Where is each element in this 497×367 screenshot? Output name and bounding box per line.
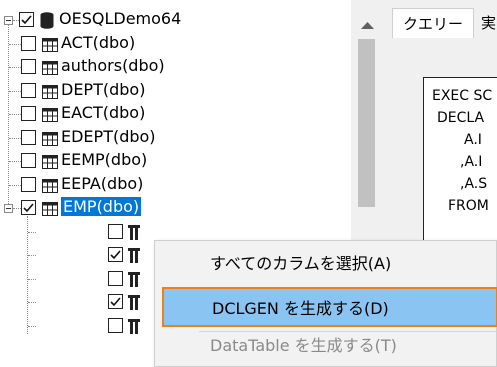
menu-item-generate-dclgen[interactable]: DCLGEN を生成する(D) — [162, 287, 497, 327]
tree-connector — [9, 161, 21, 162]
tree-item-label: EEMP(dbo) — [61, 150, 148, 169]
scroll-up-arrow-icon[interactable] — [351, 15, 384, 35]
column-icon — [128, 318, 140, 334]
tree-connector — [9, 43, 21, 45]
column-checkbox[interactable] — [108, 223, 123, 239]
scroll-thumb[interactable] — [358, 39, 375, 207]
column-icon — [128, 295, 140, 310]
table-checkbox[interactable] — [21, 200, 36, 215]
column-checkbox[interactable] — [108, 294, 123, 309]
table-checkbox[interactable] — [21, 35, 36, 51]
table-checkbox[interactable] — [21, 176, 36, 192]
tree-connector — [28, 255, 36, 256]
table-checkbox[interactable] — [21, 82, 36, 98]
code-line: EXEC SC — [432, 88, 493, 104]
tree-item-label: DEPT(dbo) — [61, 79, 146, 99]
tree-connector — [28, 278, 36, 280]
column-icon — [128, 224, 140, 240]
tree-connector — [28, 231, 36, 233]
table-icon — [42, 178, 58, 193]
tree-connector — [27, 216, 28, 334]
collapse-expander-icon[interactable] — [4, 204, 13, 213]
database-icon — [40, 12, 54, 29]
column-checkbox[interactable] — [108, 247, 123, 262]
tree-item-label: EEPA(dbo) — [61, 173, 144, 193]
table-icon — [42, 154, 58, 169]
code-line: ,A.S — [460, 176, 488, 192]
code-line: DECLA — [437, 110, 485, 126]
tree-connector — [13, 208, 21, 209]
tree-item-label: EACT(dbo) — [61, 103, 146, 122]
tree-connector — [9, 90, 21, 92]
context-menu: すべてのカラムを選択(A) DCLGEN を生成する(D) DataTable … — [154, 240, 497, 367]
table-icon — [42, 201, 58, 216]
column-checkbox[interactable] — [108, 317, 123, 333]
table-checkbox[interactable] — [21, 106, 36, 121]
code-line: A.I — [464, 132, 482, 148]
table-icon — [42, 37, 58, 52]
table-checkbox[interactable] — [21, 59, 36, 74]
tree-item-label: ACT(dbo) — [61, 32, 136, 52]
tree-connector — [8, 25, 9, 208]
code-line: ,A.I — [460, 154, 483, 170]
column-icon — [128, 248, 140, 263]
tree-connector — [9, 137, 21, 139]
tree-connector — [9, 184, 21, 186]
table-checkbox[interactable] — [21, 153, 36, 168]
table-icon — [42, 131, 58, 146]
tree-item-label-selected: EMP(dbo) — [61, 197, 142, 216]
tab-query[interactable]: クエリー — [392, 8, 474, 38]
column-icon — [128, 271, 140, 287]
menu-item-generate-datatable[interactable]: DataTable を生成する(T) — [162, 326, 497, 366]
column-checkbox[interactable] — [108, 270, 123, 286]
tree-item-label: OESQLDemo64 — [59, 9, 182, 28]
table-icon — [42, 107, 58, 122]
database-checkbox[interactable] — [19, 12, 34, 27]
menu-item-select-all-columns[interactable]: すべてのカラムを選択(A) — [162, 244, 497, 284]
table-icon — [42, 60, 58, 75]
table-icon — [42, 84, 58, 99]
collapse-expander-icon[interactable] — [4, 16, 13, 25]
tree-connector — [28, 325, 36, 327]
tree-connector — [28, 302, 36, 303]
tree-item-label: authors(dbo) — [61, 56, 165, 75]
table-checkbox[interactable] — [21, 129, 36, 145]
code-line: FROM — [448, 198, 489, 214]
tab-execute[interactable]: 実 — [476, 8, 497, 38]
tree-connector — [9, 67, 21, 68]
tree-connector — [9, 114, 21, 115]
tree-item-label: EDEPT(dbo) — [61, 126, 156, 146]
